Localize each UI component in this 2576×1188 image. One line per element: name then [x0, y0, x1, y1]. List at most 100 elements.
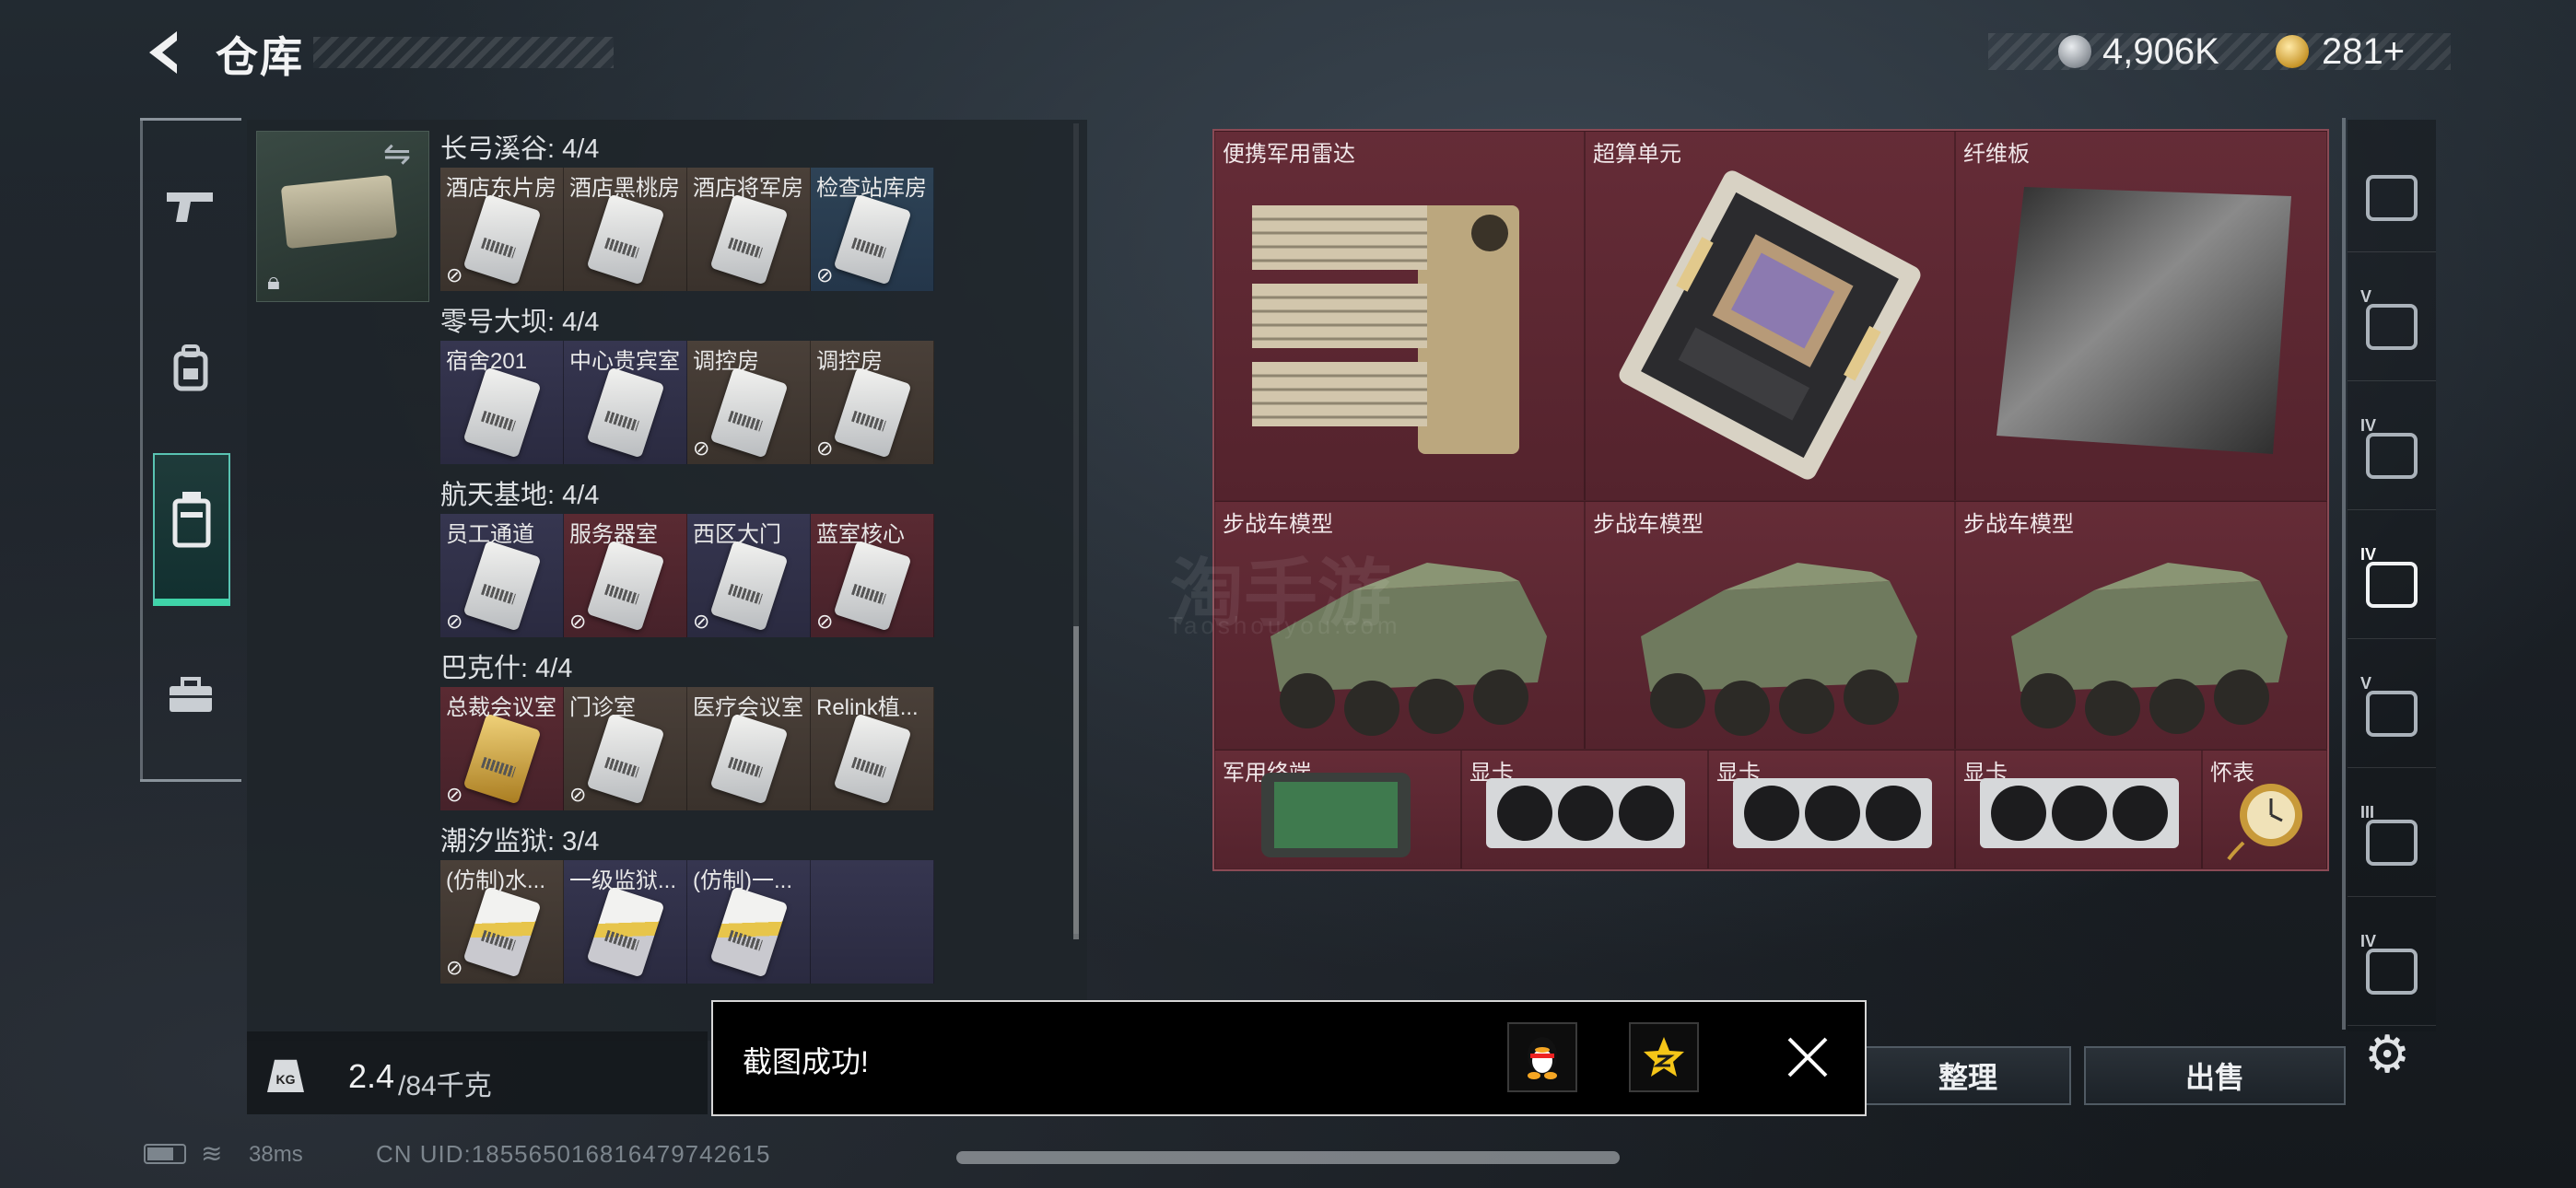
tab-keycards[interactable]	[153, 453, 230, 606]
container-tab[interactable]: III	[2348, 788, 2436, 897]
bound-icon: ⊘	[446, 263, 463, 286]
back-arrow-icon[interactable]	[140, 28, 190, 77]
keycard-icon	[463, 540, 542, 632]
keycard-icon	[833, 540, 912, 632]
share-qzone-button[interactable]	[1629, 1022, 1699, 1092]
radar-icon	[1252, 205, 1519, 454]
bound-icon: ⊘	[446, 610, 463, 633]
keycard-slot[interactable]: (仿制)水... ⊘	[440, 860, 564, 984]
swap-icon[interactable]: ⇋	[383, 134, 411, 173]
keycard-icon	[709, 540, 789, 632]
keycard-slot[interactable]: 调控房 ⊘	[687, 341, 811, 464]
keycard-slot[interactable]: Relink植...	[811, 687, 934, 810]
carbon-plate-icon	[1996, 187, 2291, 454]
bound-icon: ⊘	[693, 610, 710, 633]
container-tab[interactable]: IV	[2348, 917, 2436, 1026]
tab-cases[interactable]	[140, 645, 241, 746]
sort-button[interactable]: 整理	[1865, 1046, 2071, 1105]
keycard-icon	[833, 367, 912, 459]
item-label: 步战车模型	[1963, 512, 2074, 537]
scrollbar-thumb[interactable]	[1073, 626, 1079, 939]
share-qq-button[interactable]	[1507, 1022, 1577, 1092]
bound-icon: ⊘	[446, 956, 463, 979]
section-header: 长弓溪谷: 4/4	[440, 134, 600, 164]
keycard-label: 一级监狱...	[569, 868, 677, 893]
pocket-watch-icon	[2227, 784, 2302, 861]
empty-keycard-slot[interactable]	[811, 860, 934, 984]
keycard-slot[interactable]: 宿舍201	[440, 341, 564, 464]
section-header: 航天基地: 4/4	[440, 481, 600, 510]
tier-label: IV	[2360, 931, 2377, 950]
item-slot[interactable]: 步战车模型	[1585, 501, 1955, 750]
bound-icon: ⊘	[816, 610, 834, 633]
container-tab[interactable]: V	[2348, 273, 2436, 381]
page-title: 仓库	[216, 33, 304, 81]
keycard-slot[interactable]: 检查站库房 ⊘	[811, 168, 934, 291]
keycard-slot[interactable]: 调控房 ⊘	[811, 341, 934, 464]
keycard-slot[interactable]: 员工通道 ⊘	[440, 514, 564, 637]
section-header: 潮汐监狱: 3/4	[440, 827, 600, 856]
keycard-label: 酒店黑桃房	[569, 176, 680, 201]
container-tab[interactable]	[2348, 144, 2436, 252]
sell-button[interactable]: 出售	[2084, 1046, 2346, 1105]
tab-weapons[interactable]	[140, 157, 241, 258]
item-slot[interactable]: 显卡	[1461, 750, 1708, 869]
item-slot[interactable]: 军用终端	[1214, 750, 1461, 869]
keycard-slot[interactable]: 医疗会议室	[687, 687, 811, 810]
keycard-icon	[172, 492, 211, 548]
ifv-model-icon	[2011, 563, 2288, 736]
container-tab[interactable]: IV	[2348, 530, 2436, 639]
home-indicator[interactable]	[956, 1151, 1620, 1164]
item-slot[interactable]: 怀表	[2202, 750, 2327, 869]
rail-divider	[2342, 118, 2346, 1030]
qq-penguin-icon	[1528, 1037, 1557, 1079]
keycard-slot[interactable]: 酒店将军房	[687, 168, 811, 291]
keycard-icon	[586, 886, 665, 978]
item-slot[interactable]: 超算单元	[1585, 131, 1955, 501]
gold-balance[interactable]: 281+	[2322, 31, 2405, 73]
keychain-item	[280, 174, 398, 250]
tab-equipment[interactable]	[140, 318, 241, 419]
section-header: 零号大坝: 4/4	[440, 308, 600, 337]
keycard-slot[interactable]: 酒店黑桃房	[564, 168, 687, 291]
keycard-icon	[833, 193, 912, 285]
briefcase-icon	[170, 677, 212, 712]
weight-capacity: /84千克	[398, 1071, 492, 1101]
item-grid[interactable]: 便携军用雷达 超算单元 纤维板 步战车模型 步战车模型 步战车模型 军用终端 显…	[1212, 129, 2329, 871]
weight-current: 2.4	[348, 1057, 395, 1095]
keycard-label: 总裁会议室	[446, 695, 556, 720]
item-slot[interactable]: 纤维板	[1955, 131, 2327, 501]
close-icon[interactable]	[1778, 1028, 1837, 1087]
keycard-icon	[586, 713, 665, 805]
item-slot[interactable]: 步战车模型	[1955, 501, 2327, 750]
keycard-slot[interactable]: 酒店东片房 ⊘	[440, 168, 564, 291]
container-tab[interactable]: V	[2348, 659, 2436, 768]
keycard-label: 门诊室	[569, 695, 636, 720]
item-slot[interactable]: 显卡	[1955, 750, 2202, 869]
keycard-label: 酒店东片房	[446, 176, 556, 201]
container-tab[interactable]: IV	[2348, 402, 2436, 510]
toast-message: 截图成功!	[743, 1045, 869, 1078]
keycard-slot[interactable]: 蓝室核心 ⊘	[811, 514, 934, 637]
bound-icon: ⊘	[693, 437, 710, 460]
keycard-icon	[463, 367, 542, 459]
keycard-icon	[709, 886, 789, 978]
gear-icon[interactable]: ⚙	[2364, 1024, 2410, 1085]
keycard-slot[interactable]: 西区大门 ⊘	[687, 514, 811, 637]
item-label: 步战车模型	[1593, 512, 1704, 537]
keycard-slot[interactable]: 中心贵宾室	[564, 341, 687, 464]
keycard-icon	[586, 193, 665, 285]
silver-balance: 4,906K	[2102, 31, 2219, 72]
keycard-slot[interactable]: (仿制)一...	[687, 860, 811, 984]
title-decoration	[313, 37, 614, 68]
keycard-slot[interactable]: 一级监狱...	[564, 860, 687, 984]
rail-divider	[140, 118, 241, 121]
keycard-slot[interactable]: 服务器室 ⊘	[564, 514, 687, 637]
keycard-slot[interactable]: 总裁会议室 ⊘	[440, 687, 564, 810]
item-slot[interactable]: 便携军用雷达	[1214, 131, 1585, 501]
keycard-label: 蓝室核心	[816, 522, 905, 547]
item-slot[interactable]: 显卡	[1708, 750, 1955, 869]
keycard-icon	[463, 193, 542, 285]
keycard-slot[interactable]: 门诊室 ⊘	[564, 687, 687, 810]
keycard-label: Relink植...	[816, 695, 919, 720]
